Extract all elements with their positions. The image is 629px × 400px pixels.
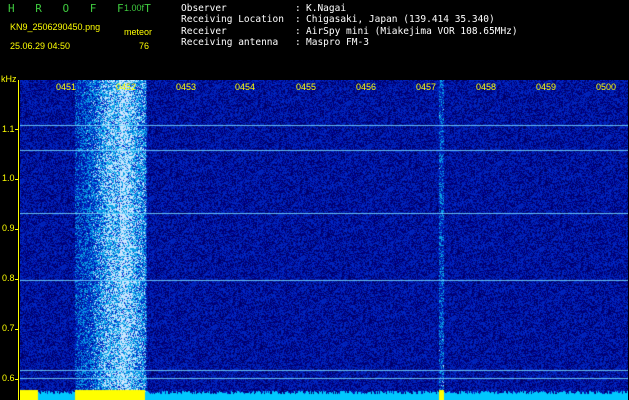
frequency-axis-line xyxy=(18,80,19,400)
hrofft-screen: H R O F F T 1.00f KN9_2506290450.png met… xyxy=(0,0,629,400)
info-sep-antenna: : xyxy=(295,37,301,48)
app-version: 1.00f xyxy=(124,3,145,13)
info-sep-receiver: : xyxy=(295,26,301,37)
info-value-location: Chigasaki, Japan (139.414 35.340) xyxy=(306,14,495,25)
time-tick-label: 0455 xyxy=(296,82,317,92)
capture-datetime: 25.06.29 04:50 xyxy=(10,41,71,51)
frequency-tick-label: 0.6 xyxy=(2,373,15,383)
info-value-receiver: AirSpy mini (Miakejima VOR 108.65MHz) xyxy=(306,26,518,37)
file-name: KN9_2506290450.png xyxy=(10,22,101,32)
time-tick-label: 0454 xyxy=(235,82,256,92)
time-tick-label: 0456 xyxy=(356,82,377,92)
frequency-unit-label: kHz xyxy=(1,74,17,84)
frequency-tick-label: 0.9 xyxy=(2,223,15,233)
frequency-tick-label: 1.0 xyxy=(2,173,15,183)
spectrogram-area xyxy=(20,80,628,400)
time-tick-label: 0500 xyxy=(596,82,617,92)
frequency-tick-mark xyxy=(15,129,19,130)
spectrogram-canvas xyxy=(20,80,628,400)
info-value-observer: K.Nagai xyxy=(306,3,347,14)
info-sep-observer: : xyxy=(295,3,301,14)
time-tick-label: 0458 xyxy=(476,82,497,92)
info-key-location: Receiving Location xyxy=(181,14,284,25)
meteor-count: 76 xyxy=(139,41,150,51)
info-sep-location: : xyxy=(295,14,301,25)
time-tick-label: 0459 xyxy=(536,82,557,92)
info-key-observer: Observer xyxy=(181,3,227,14)
info-key-receiver: Receiver xyxy=(181,26,227,37)
info-value-antenna: Maspro FM-3 xyxy=(306,37,369,48)
frequency-tick-mark xyxy=(15,179,19,180)
time-tick-label: 0452 xyxy=(116,82,137,92)
time-tick-label: 0451 xyxy=(56,82,77,92)
frequency-tick-label: 1.1 xyxy=(2,124,15,134)
time-tick-label: 0453 xyxy=(176,82,197,92)
frequency-tick-label: 0.8 xyxy=(2,273,15,283)
time-tick-label: 0457 xyxy=(416,82,437,92)
frequency-tick-mark xyxy=(15,279,19,280)
frequency-tick-mark xyxy=(15,379,19,380)
frequency-tick-mark xyxy=(15,229,19,230)
frequency-tick-label: 0.7 xyxy=(2,323,15,333)
meteor-label: meteor xyxy=(124,27,153,37)
info-key-antenna: Receiving antenna xyxy=(181,37,279,48)
frequency-tick-mark xyxy=(15,329,19,330)
